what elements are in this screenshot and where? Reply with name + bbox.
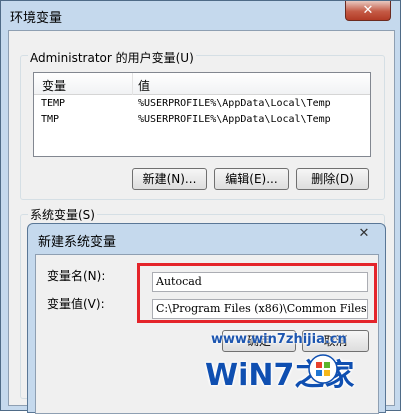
close-icon: ✕	[359, 226, 370, 241]
list-row[interactable]: TMP %USERPROFILE%\AppData\Local\Temp	[35, 113, 369, 128]
user-variables-label: Administrator 的用户变量(U)	[28, 49, 196, 66]
list-row[interactable]: TEMP %USERPROFILE%\AppData\Local\Temp	[35, 97, 369, 112]
variable-value-text: C:\Program Files (x86)\Common Files	[156, 302, 367, 315]
delete-user-variable-button[interactable]: 删除(D)	[296, 168, 369, 190]
new-user-variable-button[interactable]: 新建(N)...	[132, 168, 207, 190]
window-title: 环境变量	[10, 7, 62, 26]
row-variable-value: %USERPROFILE%\AppData\Local\Temp	[138, 114, 331, 125]
edit-user-variable-button[interactable]: 编辑(E)...	[214, 168, 289, 190]
variable-name-field[interactable]: Autocad	[152, 272, 368, 292]
variable-name-value: Autocad	[156, 275, 202, 288]
variable-value-label: 变量值(V):	[47, 295, 105, 312]
list-header: 变量 值	[34, 73, 370, 95]
close-icon: ✕	[363, 3, 374, 18]
variable-value-field[interactable]: C:\Program Files (x86)\Common Files	[152, 299, 368, 319]
dialog-title: 新建系统变量	[38, 231, 116, 250]
dialog-close-button[interactable]: ✕	[353, 226, 375, 244]
windows-logo-icon	[308, 354, 338, 384]
variable-name-label: 变量名(N):	[47, 267, 105, 284]
system-variables-label: 系统变量(S)	[28, 206, 97, 223]
user-variables-list[interactable]: 变量 值 TEMP %USERPROFILE%\AppData\Local\Te…	[33, 72, 371, 157]
window-close-button[interactable]: ✕	[345, 1, 391, 21]
row-variable-value: %USERPROFILE%\AppData\Local\Temp	[138, 98, 331, 109]
row-variable-name: TEMP	[41, 98, 65, 109]
watermark-url: www.win7zhijia.cn	[211, 332, 347, 347]
watermark: www.win7zhijia.cn WiN7之家	[205, 332, 395, 392]
column-header-variable[interactable]: 变量	[42, 77, 66, 94]
column-header-value[interactable]: 值	[138, 77, 150, 94]
column-divider[interactable]	[132, 73, 133, 95]
row-variable-name: TMP	[41, 114, 59, 125]
